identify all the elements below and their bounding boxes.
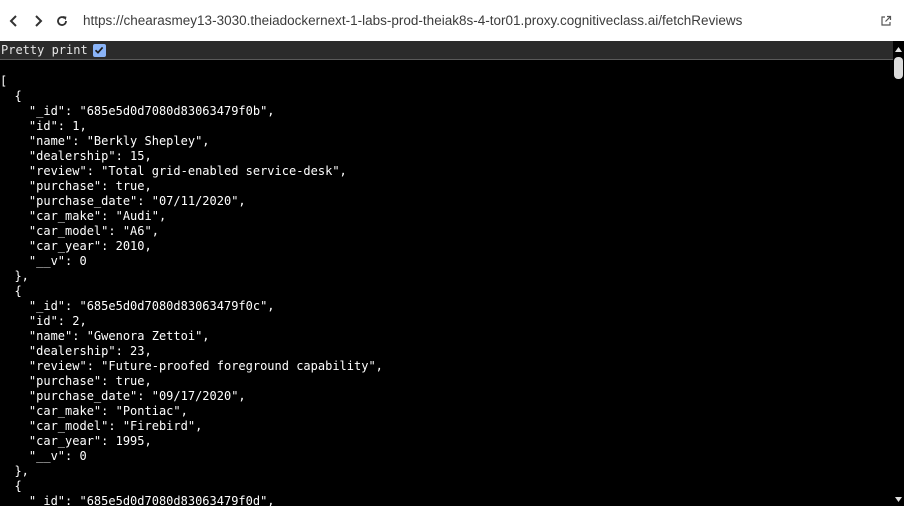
forward-icon [35,14,43,27]
json-line: "_id": "685e5d0d7080d83063479f0b", [0,104,275,118]
json-line: "purchase": true, [0,374,152,388]
pretty-print-checkbox[interactable] [92,43,106,57]
json-line: { [0,284,22,298]
json-line: "purchase": true, [0,179,152,193]
reload-button[interactable] [51,10,73,32]
json-line: "dealership": 15, [0,149,152,163]
json-line: "_id": "685e5d0d7080d83063479f0d", [0,494,275,506]
json-line: "car_make": "Audi", [0,209,167,223]
json-line: "review": "Total grid-enabled service-de… [0,164,347,178]
json-line: [ [0,74,8,88]
json-line: "purchase_date": "07/11/2020", [0,194,246,208]
json-line: "id": 2, [0,314,87,328]
checkmark-icon [95,46,104,54]
scrollbar-thumb[interactable] [894,57,903,79]
json-line: "purchase_date": "09/17/2020", [0,389,246,403]
json-line: "_id": "685e5d0d7080d83063479f0c", [0,299,275,313]
json-line: { [0,479,22,493]
json-line: "car_make": "Pontiac", [0,404,188,418]
json-line: "dealership": 23, [0,344,152,358]
json-line: "name": "Gwenora Zettoi", [0,329,210,343]
json-line: "id": 1, [0,119,87,133]
json-content: [ { "_id": "685e5d0d7080d83063479f0b", "… [0,60,893,506]
browser-toolbar: https://chearasmey13-3030.theiadockernex… [0,0,904,41]
open-external-icon[interactable] [880,15,892,27]
back-icon [9,14,17,27]
forward-button[interactable] [27,10,49,32]
pretty-print-label: Pretty print [1,43,88,57]
json-line: "car_year": 1995, [0,434,152,448]
json-line: "name": "Berkly Shepley", [0,134,210,148]
json-line: "review": "Future-proofed foreground cap… [0,359,383,373]
json-line: "car_model": "Firebird", [0,419,203,433]
scroll-down-arrow-icon[interactable] [894,495,903,504]
json-line: "car_model": "A6", [0,224,159,238]
address-bar-url[interactable]: https://chearasmey13-3030.theiadockernex… [83,13,742,28]
reload-icon [57,15,67,26]
back-button[interactable] [3,10,25,32]
json-line: "car_year": 2010, [0,239,152,253]
json-line: "__v": 0 [0,254,87,268]
pretty-print-bar: Pretty print [0,41,904,60]
json-line: "__v": 0 [0,449,87,463]
json-line: }, [0,464,29,478]
json-line: }, [0,269,29,283]
vertical-scrollbar[interactable] [893,41,904,506]
scroll-up-arrow-icon[interactable] [894,45,903,54]
json-line: { [0,89,22,103]
